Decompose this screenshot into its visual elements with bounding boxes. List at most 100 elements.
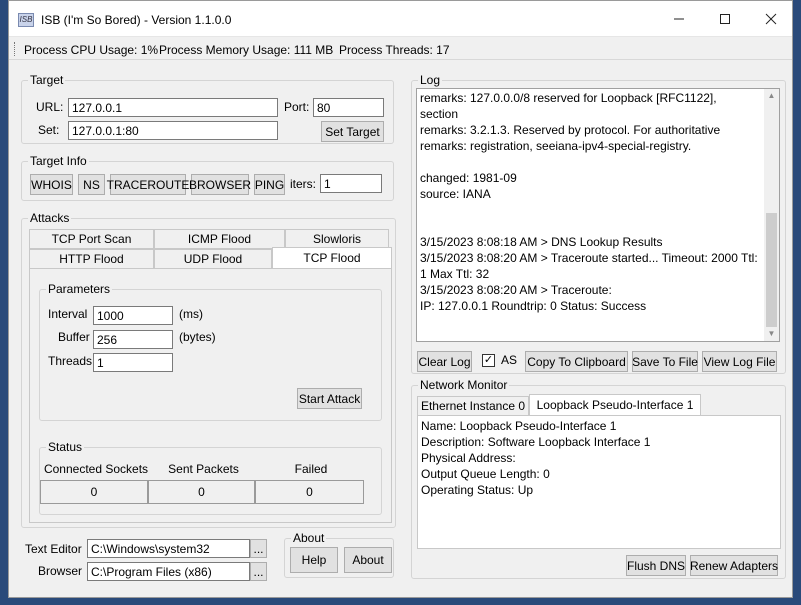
ns-button[interactable]: NS <box>78 174 105 195</box>
as-label: AS <box>501 353 518 367</box>
maximize-button[interactable] <box>702 1 748 37</box>
tab-tcp-port-scan[interactable]: TCP Port Scan <box>29 229 154 249</box>
minimize-icon <box>674 18 684 20</box>
log-line: 3/15/2023 8:08:18 AM > DNS Lookup Result… <box>420 235 663 249</box>
buffer-label: Buffer <box>58 330 90 344</box>
connected-sockets-value: 0 <box>40 480 148 504</box>
tab-tcp-flood[interactable]: TCP Flood <box>272 247 392 269</box>
sent-packets-value: 0 <box>148 480 255 504</box>
interval-input[interactable]: 1000 <box>93 306 173 325</box>
log-scrollbar[interactable]: ▲ ▼ <box>764 89 779 341</box>
tab-http-flood[interactable]: HTTP Flood <box>29 249 154 269</box>
attacks-group: Attacks TCP Port Scan ICMP Flood Slowlor… <box>21 211 396 528</box>
text-editor-browse-button[interactable]: ... <box>250 539 267 558</box>
target-info-group: Target Info WHOIS NS TRACEROUTE BROWSER … <box>21 154 394 201</box>
status-values: 0 0 0 <box>40 480 364 504</box>
adapter-operating-status: Operating Status: Up <box>421 483 534 497</box>
log-line: 3/15/2023 8:08:20 AM > Traceroute: <box>420 283 612 297</box>
connected-sockets-header: Connected Sockets <box>43 462 149 476</box>
flush-dns-button[interactable]: Flush DNS <box>626 555 686 576</box>
buffer-input[interactable]: 256 <box>93 330 173 349</box>
help-button[interactable]: Help <box>290 547 338 573</box>
copy-to-clipboard-button[interactable]: Copy To Clipboard <box>525 351 628 372</box>
log-line: changed: 1981-09 <box>420 171 517 185</box>
view-log-file-button[interactable]: View Log File <box>702 351 777 372</box>
parameters-group: Parameters Interval 1000 (ms) Buffer 256… <box>39 282 382 421</box>
adapter-name: Name: Loopback Pseudo-Interface 1 <box>421 419 617 433</box>
tab-loopback-pseudo-interface-1[interactable]: Loopback Pseudo-Interface 1 <box>529 394 701 416</box>
traceroute-button[interactable]: TRACEROUTE <box>107 174 189 195</box>
url-input[interactable]: 127.0.0.1 <box>68 98 278 117</box>
ping-button[interactable]: PING <box>254 174 285 195</box>
adapter-physical-address: Physical Address: <box>421 451 516 465</box>
port-label: Port: <box>284 100 310 114</box>
set-target-button[interactable]: Set Target <box>321 121 384 142</box>
log-line: remarks: registration, seeiana-ipv4-spec… <box>420 139 692 153</box>
about-group: About Help About <box>284 531 394 578</box>
attacks-legend: Attacks <box>28 211 72 225</box>
text-editor-input[interactable]: C:\Windows\system32 <box>87 539 250 558</box>
set-input[interactable]: 127.0.0.1:80 <box>68 121 278 140</box>
target-group: Target URL: 127.0.0.1 Port: 80 Set: 127.… <box>21 73 394 144</box>
browser-browse-button[interactable]: ... <box>250 562 267 581</box>
adapter-description: Description: Software Loopback Interface… <box>421 435 651 449</box>
log-scroll-thumb[interactable] <box>766 213 777 327</box>
memory-usage: Process Memory Usage: 111 MB <box>159 43 334 57</box>
scroll-up-icon[interactable]: ▲ <box>764 89 779 103</box>
log-line: 1 Max Ttl: 32 <box>420 267 490 281</box>
app-window: ISB ISB (I'm So Bored) - Version 1.1.0.0… <box>8 0 793 598</box>
text-editor-label: Text Editor <box>25 542 82 556</box>
renew-adapters-button[interactable]: Renew Adapters <box>690 555 778 576</box>
adapter-output-queue: Output Queue Length: 0 <box>421 467 550 481</box>
threads-label: Threads <box>48 354 93 368</box>
log-group: Log remarks: 127.0.0.0/8 reserved for Lo… <box>411 73 786 374</box>
as-checkbox[interactable]: ✓ <box>482 354 495 367</box>
tab-icmp-flood[interactable]: ICMP Flood <box>154 229 285 249</box>
start-attack-button[interactable]: Start Attack <box>297 388 362 409</box>
cpu-usage: Process CPU Usage: 1% <box>24 43 159 57</box>
interval-unit: (ms) <box>179 307 203 321</box>
target-legend: Target <box>28 73 66 87</box>
maximize-icon <box>720 14 730 24</box>
process-status-bar: Process CPU Usage: 1% Process Memory Usa… <box>9 38 792 60</box>
process-threads: Process Threads: 17 <box>339 43 450 57</box>
tab-slowloris[interactable]: Slowloris <box>285 229 389 249</box>
minimize-button[interactable] <box>656 1 702 37</box>
whois-button[interactable]: WHOIS <box>30 174 73 195</box>
tcp-flood-page: Parameters Interval 1000 (ms) Buffer 256… <box>29 268 392 523</box>
log-line: remarks: 3.2.1.3. Reserved by protocol. … <box>420 123 721 137</box>
window-title: ISB (I'm So Bored) - Version 1.1.0.0 <box>41 13 232 27</box>
about-button[interactable]: About <box>344 547 392 573</box>
failed-value: 0 <box>255 480 364 504</box>
interval-label: Interval <box>48 307 88 321</box>
log-line: remarks: 127.0.0.0/8 reserved for Loopba… <box>420 91 717 105</box>
tab-udp-flood[interactable]: UDP Flood <box>154 249 272 269</box>
parameters-legend: Parameters <box>46 282 113 296</box>
save-to-file-button[interactable]: Save To File <box>632 351 698 372</box>
status-group: Status Connected Sockets Sent Packets Fa… <box>39 440 382 515</box>
scroll-down-icon[interactable]: ▼ <box>764 327 779 341</box>
iters-label: iters: <box>290 177 317 191</box>
network-info-page: Name: Loopback Pseudo-Interface 1 Descri… <box>417 415 781 549</box>
browser-path-input[interactable]: C:\Program Files (x86) <box>87 562 250 581</box>
url-label: URL: <box>36 100 64 114</box>
failed-header: Failed <box>294 462 328 476</box>
browser-label: Browser <box>38 564 83 578</box>
tab-ethernet-instance-0[interactable]: Ethernet Instance 0 <box>417 396 529 416</box>
about-legend: About <box>291 531 327 545</box>
browser-button[interactable]: BROWSER <box>189 174 251 195</box>
set-label: Set: <box>38 123 60 137</box>
clear-log-button[interactable]: Clear Log <box>417 351 472 372</box>
log-textbox[interactable]: remarks: 127.0.0.0/8 reserved for Loopba… <box>416 88 780 342</box>
network-monitor-legend: Network Monitor <box>418 378 510 392</box>
log-legend: Log <box>418 73 443 87</box>
log-line: 3/15/2023 8:08:20 AM > Traceroute starte… <box>420 251 758 265</box>
network-monitor-group: Network Monitor Ethernet Instance 0 Loop… <box>411 378 786 579</box>
close-icon <box>765 13 777 25</box>
threads-input[interactable]: 1 <box>93 353 173 372</box>
title-bar[interactable]: ISB ISB (I'm So Bored) - Version 1.1.0.0 <box>9 1 792 37</box>
grip-icon[interactable] <box>14 42 16 56</box>
port-input[interactable]: 80 <box>313 98 384 117</box>
iters-input[interactable]: 1 <box>320 174 382 193</box>
close-button[interactable] <box>748 1 794 37</box>
